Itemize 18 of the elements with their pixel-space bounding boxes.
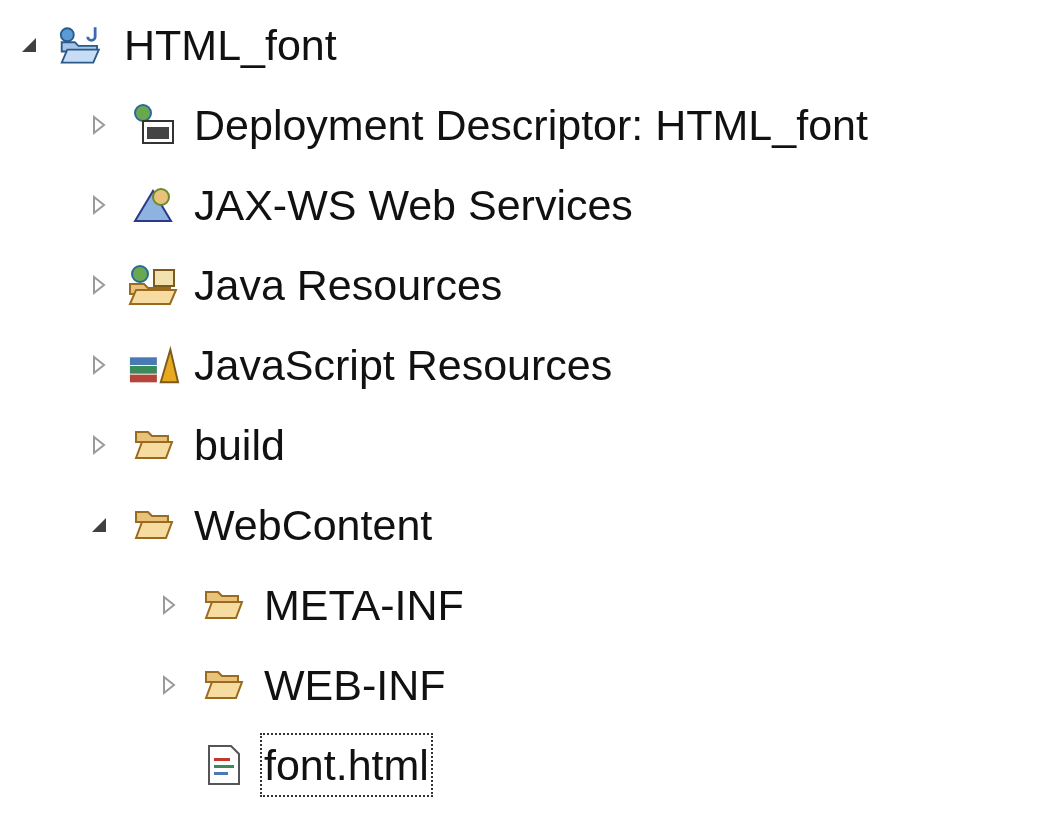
tree-item-label[interactable]: Deployment Descriptor: HTML_font bbox=[190, 93, 872, 157]
tree-item-label[interactable]: META-INF bbox=[260, 573, 468, 637]
tree-item-label[interactable]: HTML_font bbox=[120, 13, 341, 77]
folder-icon bbox=[134, 508, 174, 542]
java-resources-icon bbox=[128, 264, 180, 306]
tree-item-label[interactable]: Java Resources bbox=[190, 253, 507, 317]
folder-icon bbox=[204, 588, 244, 622]
descriptor-icon bbox=[131, 103, 177, 147]
folder-icon bbox=[204, 668, 244, 702]
tree-item-label[interactable]: font.html bbox=[260, 733, 433, 797]
tree-item-label[interactable]: build bbox=[190, 413, 289, 477]
folder-icon bbox=[134, 428, 174, 462]
tree-item-label[interactable]: WEB-INF bbox=[260, 653, 450, 717]
tree-item-label[interactable]: JAX-WS Web Services bbox=[190, 173, 637, 237]
books-icon bbox=[128, 345, 180, 385]
tree-item-label[interactable]: JavaScript Resources bbox=[190, 333, 617, 397]
html-file-icon bbox=[207, 744, 241, 786]
tree-item-label[interactable]: WebContent bbox=[190, 493, 437, 557]
